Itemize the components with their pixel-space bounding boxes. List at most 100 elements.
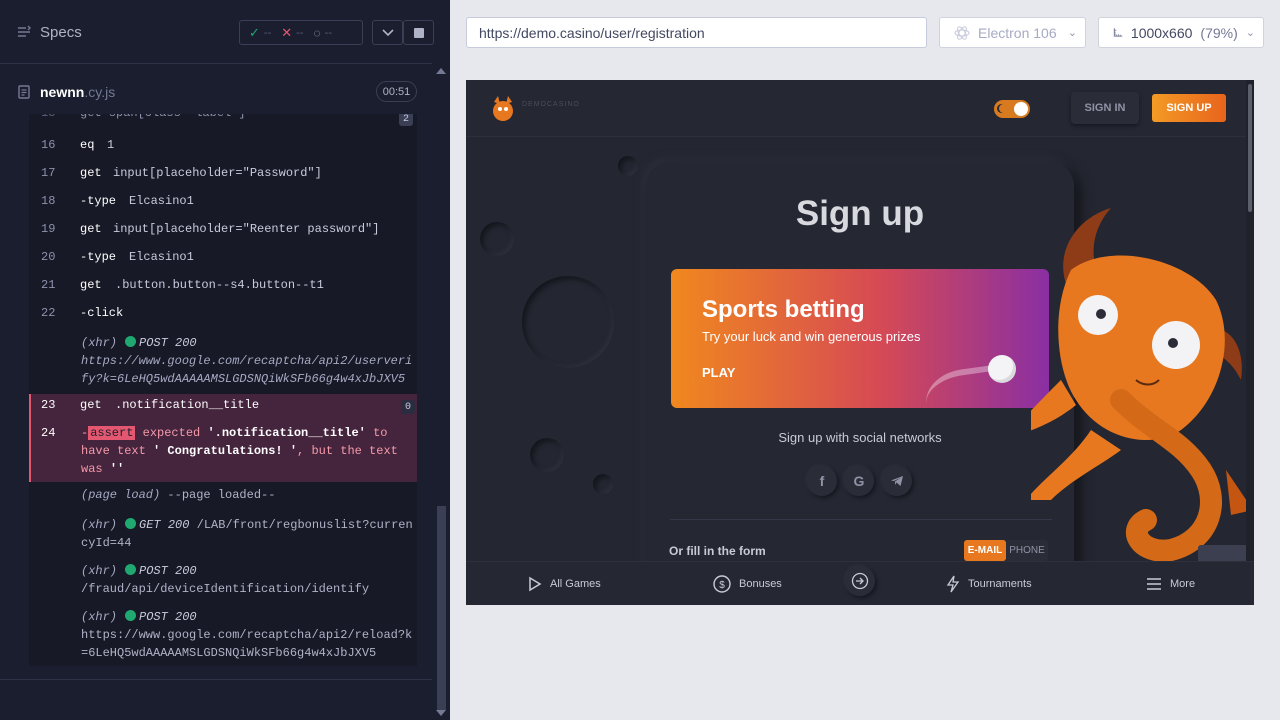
divider: [0, 679, 432, 680]
login-center-button[interactable]: [845, 566, 875, 596]
nav-all-games[interactable]: All Games: [528, 562, 601, 605]
command-row[interactable]: 15 get span[class="label"] 2: [29, 114, 417, 126]
play-icon: [529, 576, 542, 592]
passed-count: ✓ --: [249, 24, 272, 40]
xhr-log-entry[interactable]: (xhr) GET 200 /LAB/front/regbonuslist?cur…: [81, 516, 417, 552]
xhr-url: https://www.google.com/recaptcha/api2/us…: [81, 354, 413, 386]
browser-selector[interactable]: Electron 106 ⌄: [939, 17, 1086, 48]
sports-betting-banner[interactable]: Sports betting Try your luck and win gen…: [671, 269, 1049, 408]
assertion-error-message: - assert expected '.notification__title' …: [81, 426, 398, 476]
command-name: get: [80, 278, 102, 292]
facebook-icon: f: [819, 473, 825, 489]
menu-icon: [1147, 578, 1161, 590]
dollar-coin-icon: $: [713, 575, 731, 593]
form-section-label: Or fill in the form: [669, 544, 766, 558]
check-icon: ✓: [249, 24, 260, 40]
chevron-down-icon: ⌄: [1245, 27, 1255, 39]
command-log: 15 get span[class="label"] 2 16 eq 1 17 …: [29, 114, 417, 666]
aut-panel: https://demo.casino/user/registration El…: [450, 0, 1280, 720]
command-name: get: [80, 166, 102, 180]
devil-mascot: [1031, 208, 1253, 562]
site-header: DEMOCASINO SIGN IN SIGN UP: [466, 80, 1246, 137]
scroll-down-icon[interactable]: [436, 710, 446, 716]
command-arg: Elcasino1: [129, 250, 194, 264]
status-dot-icon: [125, 336, 137, 347]
command-name: get: [80, 398, 102, 412]
specs-title[interactable]: Specs: [40, 24, 82, 41]
baseball-icon: [988, 355, 1016, 383]
test-stats: ✓ -- ✕ -- ◌ --: [239, 20, 363, 45]
xhr-log-entry[interactable]: (xhr) POST 200 https://www.google.com/rec…: [81, 334, 417, 388]
chevron-down-icon: [381, 28, 394, 36]
stop-icon: [413, 27, 424, 38]
decor-circle: [522, 276, 614, 368]
banner-title: Sports betting: [702, 296, 865, 323]
facebook-button[interactable]: f: [807, 466, 837, 496]
decor-circle: [618, 156, 638, 176]
xhr-url: https://www.google.com/recaptcha/api2/re…: [81, 628, 413, 660]
specs-list-icon[interactable]: [17, 25, 31, 39]
command-arg: Elcasino1: [129, 194, 194, 208]
zoom-level: (79%): [1200, 24, 1238, 41]
status-dot-icon: [125, 518, 137, 529]
failed-count: ✕ --: [281, 24, 304, 40]
app-scrollbar[interactable]: [1246, 80, 1254, 561]
expand-button[interactable]: [372, 20, 403, 45]
x-icon: ✕: [281, 24, 293, 40]
spec-file-name: newnn.cy.js: [40, 84, 116, 100]
command-name: eq: [80, 138, 95, 152]
bottom-nav: All Games $ Bonuses Tournaments More: [466, 561, 1254, 605]
spinner-icon: ◌: [313, 25, 321, 40]
scrollbar-thumb[interactable]: [1248, 84, 1252, 212]
command-arg: .notification__title: [115, 398, 260, 412]
browser-name: Electron 106: [978, 24, 1057, 41]
app-frame: DEMOCASINO SIGN IN SIGN UP Sign up Sport…: [466, 80, 1254, 605]
chevron-down-icon: ⌄: [1067, 27, 1077, 39]
email-tab[interactable]: E-MAIL: [964, 540, 1006, 561]
electron-icon: [954, 25, 970, 40]
sign-in-button[interactable]: SIGN IN: [1071, 92, 1139, 124]
command-name: get: [80, 222, 102, 236]
viewport-size: 1000x660: [1130, 24, 1193, 41]
lightning-icon: [946, 575, 960, 593]
reporter-panel: Specs ✓-- ✕-- ◌-- newnn.cy.js 00:51 15 g…: [0, 0, 450, 720]
reporter-scrollbar[interactable]: [433, 64, 450, 720]
assert-badge: assert: [88, 426, 136, 440]
google-icon: G: [853, 473, 865, 489]
xhr-log-entry[interactable]: (xhr) POST 200 /fraud/api/deviceIdentific…: [81, 562, 417, 598]
play-link[interactable]: PLAY: [702, 365, 735, 380]
scrollbar-thumb[interactable]: [437, 506, 446, 710]
document-icon: [18, 85, 30, 99]
google-button[interactable]: G: [844, 466, 874, 496]
spec-file-extension: .cy.js: [84, 84, 116, 100]
divider: [670, 519, 1052, 520]
nav-more[interactable]: More: [1146, 562, 1195, 605]
site-logo[interactable]: [490, 94, 580, 124]
sign-up-button[interactable]: SIGN UP: [1152, 94, 1226, 122]
moon-icon: [999, 104, 1008, 113]
theme-toggle[interactable]: [994, 100, 1030, 118]
telegram-button[interactable]: [882, 466, 912, 496]
xhr-log-entry[interactable]: (xhr) POST 200 https://www.google.com/rec…: [81, 608, 417, 662]
url-bar[interactable]: https://demo.casino/user/registration: [466, 17, 927, 48]
command-name: -type: [80, 250, 117, 264]
nav-bonuses[interactable]: $ Bonuses: [713, 562, 782, 605]
command-arg: .button.button--s4.button--t1: [115, 278, 324, 292]
status-dot-icon: [125, 610, 137, 621]
xhr-url: /fraud/api/deviceIdentification/identify: [81, 582, 370, 596]
failed-command-block[interactable]: 23 get .notification__title 0 24 - assert…: [29, 394, 417, 482]
enter-icon: [851, 572, 869, 590]
scroll-up-icon[interactable]: [436, 68, 446, 74]
stop-button[interactable]: [403, 20, 434, 45]
status-dot-icon: [125, 564, 137, 575]
duration-badge: 00:51: [376, 81, 417, 102]
command-arg: 1: [107, 138, 115, 152]
nav-tournaments[interactable]: Tournaments: [946, 562, 1032, 605]
alias-badge: 2: [399, 114, 413, 126]
banner-subtitle: Try your luck and win generous prizes: [702, 329, 921, 344]
viewport-selector[interactable]: 1000x660 (79%) ⌄: [1098, 17, 1264, 48]
telegram-icon: [891, 476, 903, 486]
command-arg: input[placeholder="Password"]: [113, 166, 322, 180]
spec-file-header[interactable]: newnn.cy.js 00:51: [0, 70, 432, 114]
element-count-badge: 0: [401, 400, 415, 414]
